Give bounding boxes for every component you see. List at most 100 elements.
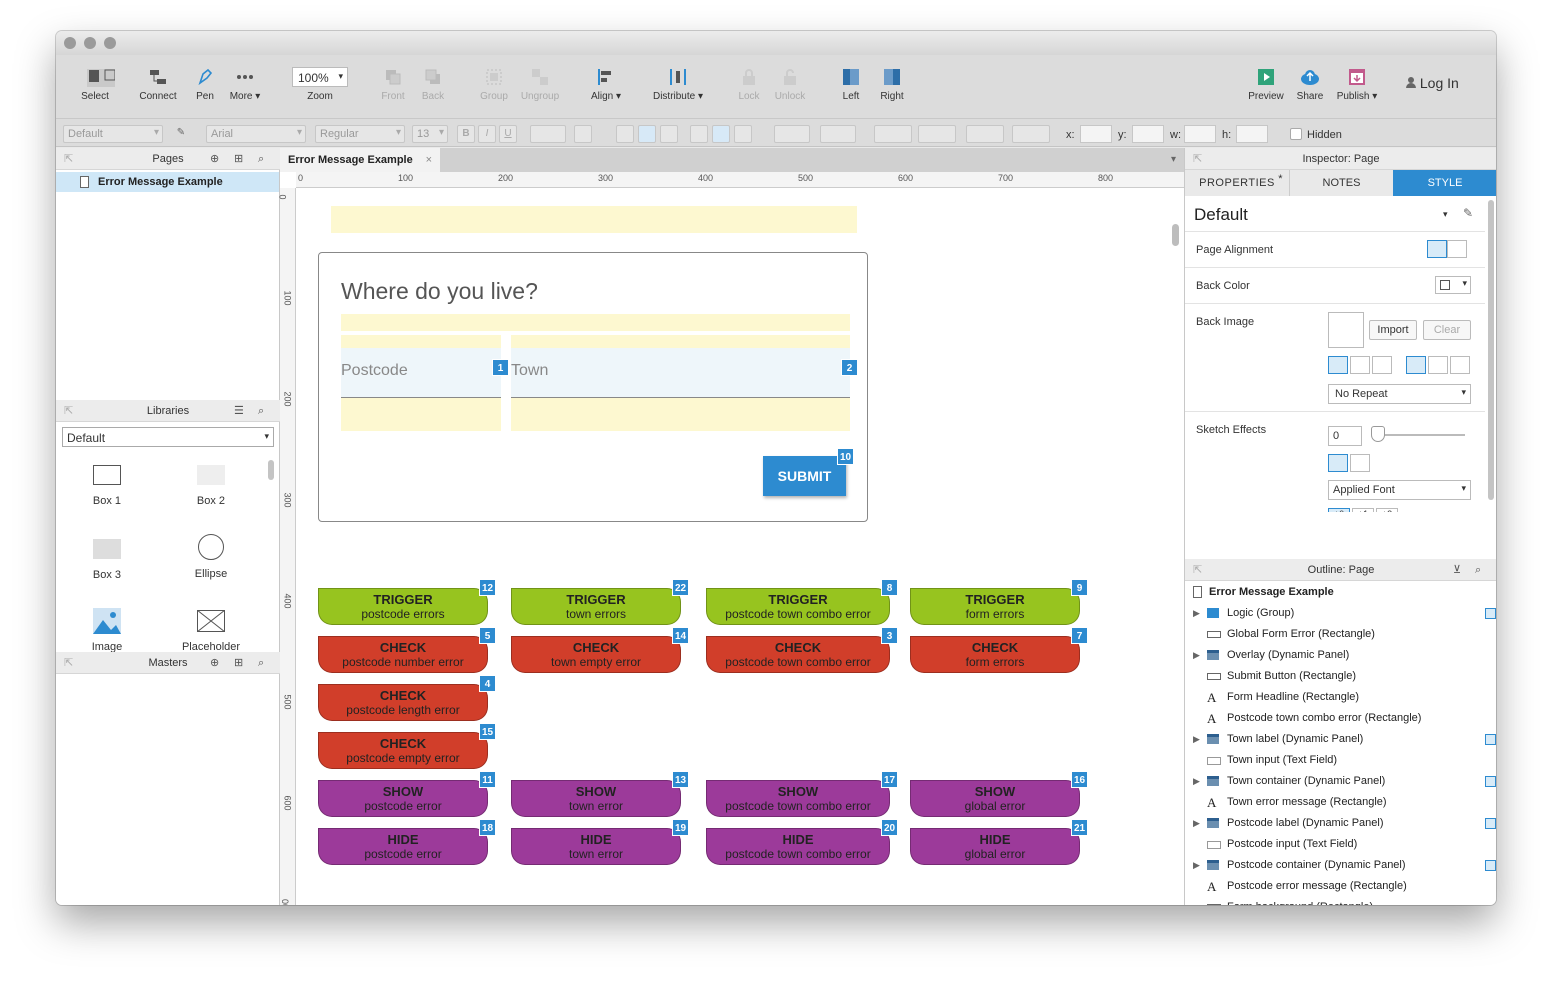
collapse-icon[interactable]: ⇱ [1193,148,1202,170]
badge-5[interactable]: 5 [479,627,496,644]
valign-bottom-button[interactable] [734,125,752,143]
badge-17[interactable]: 17 [881,771,898,788]
bold-button[interactable]: B [457,125,475,143]
connect-tool[interactable]: Connect [138,67,178,102]
share-button[interactable]: Share [1294,67,1326,102]
outline-item[interactable]: Form background (Rectangle) [1185,897,1496,905]
right-panel-toggle[interactable]: Right [878,67,906,102]
zoom-select[interactable]: 100% ▾ [292,67,348,87]
fill-color-button[interactable] [774,125,810,143]
w-input[interactable] [1184,125,1216,143]
font-color-button[interactable] [530,125,566,143]
arrow-style-button[interactable] [1012,125,1050,143]
outline-item[interactable]: ▶ Overlay (Dynamic Panel) [1185,645,1496,666]
clear-button[interactable]: Clear [1423,320,1471,340]
filter-icon[interactable]: ⊻ [1453,559,1461,581]
logic-button-check[interactable]: CHECK postcode number error [318,636,488,673]
grayscale-sketch-button[interactable] [1350,454,1370,472]
outline-item[interactable]: A Form Headline (Rectangle) [1185,687,1496,708]
color-sketch-button[interactable] [1328,454,1348,472]
font-step-1[interactable]: +1 [1352,508,1374,512]
expand-arrow-icon[interactable]: ▶ [1193,603,1200,624]
global-form-error[interactable] [331,206,857,233]
add-page-icon[interactable]: ⊕ [210,148,219,170]
outline-item[interactable]: Submit Button (Rectangle) [1185,666,1496,687]
logic-button-trigger[interactable]: TRIGGER postcode errors [318,588,488,625]
collapse-icon[interactable]: ⇱ [64,148,73,170]
badge-12[interactable]: 12 [479,579,496,596]
bullet-list-button[interactable] [574,125,592,143]
library-widget-box1[interactable]: Box 1 [78,460,136,510]
hidden-checkbox[interactable] [1290,128,1302,140]
lock-button[interactable]: Lock [736,67,762,102]
expand-arrow-icon[interactable]: ▶ [1193,855,1200,876]
logic-button-show[interactable]: SHOW town error [511,780,681,817]
badge-19[interactable]: 19 [672,819,689,836]
badge-21[interactable]: 21 [1071,819,1088,836]
font-step-0[interactable]: +0 [1328,508,1350,512]
expand-arrow-icon[interactable]: ▶ [1193,813,1200,834]
h-input[interactable] [1236,125,1268,143]
logic-button-hide[interactable]: HIDE town error [511,828,681,865]
chevron-down-icon[interactable]: ▾ [1443,209,1448,220]
search-icon[interactable]: ⌕ [258,148,264,170]
submit-button[interactable]: SUBMIT [763,456,846,496]
badge-8[interactable]: 8 [881,579,898,596]
badge-14[interactable]: 14 [672,627,689,644]
collapse-icon[interactable]: ⇱ [1193,559,1202,581]
valign-top-button[interactable] [690,125,708,143]
x-input[interactable] [1080,125,1112,143]
font-select[interactable]: Arial [206,125,306,143]
select-tool[interactable]: Select [68,67,122,102]
logic-button-check[interactable]: CHECK form errors [910,636,1080,673]
outline-item[interactable]: Error Message Example [1185,582,1496,603]
badge-20[interactable]: 20 [881,819,898,836]
distribute-menu[interactable]: Distribute ▾ [650,67,706,102]
applied-font-select[interactable]: Applied Font ▾ [1328,480,1471,500]
font-step-2[interactable]: +2 [1376,508,1398,512]
badge-18[interactable]: 18 [479,819,496,836]
image-align-center-button[interactable] [1350,356,1370,374]
outline-item[interactable]: ▶ Town label (Dynamic Panel) [1185,729,1496,750]
design-canvas[interactable]: Where do you live? Postcode 1 Town 2 SUB… [296,188,1184,905]
zoom-window-button[interactable] [104,37,116,49]
badge-9[interactable]: 9 [1071,579,1088,596]
outline-item[interactable]: ▶ Postcode container (Dynamic Panel) [1185,855,1496,876]
expand-arrow-icon[interactable]: ▶ [1193,729,1200,750]
send-back-button[interactable]: Back [418,67,448,102]
ungroup-button[interactable]: Ungroup [518,67,562,102]
left-panel-toggle[interactable]: Left [838,67,864,102]
image-valign-bottom-button[interactable] [1450,356,1470,374]
library-widget-placeholder[interactable]: Placeholder [176,608,246,652]
style-edit-icon[interactable]: ✎ [172,125,190,143]
sketch-slider-thumb[interactable] [1371,426,1385,442]
badge-1[interactable]: 1 [492,359,509,376]
align-center-button[interactable] [638,125,656,143]
image-valign-top-button[interactable] [1406,356,1426,374]
align-left-page-button[interactable] [1427,240,1447,258]
chevron-down-icon[interactable]: ▾ [1171,154,1176,165]
inspector-scrollbar[interactable] [1488,200,1494,500]
outline-item[interactable]: A Postcode town combo error (Rectangle) [1185,708,1496,729]
outline-item[interactable]: ▶ Logic (Group) [1185,603,1496,624]
close-window-button[interactable] [64,37,76,49]
town-label[interactable]: Town [511,348,850,398]
canvas-vertical-scrollbar[interactable] [1172,224,1179,246]
outline-item[interactable]: ▶ Town container (Dynamic Panel) [1185,771,1496,792]
expand-arrow-icon[interactable]: ▶ [1193,645,1200,666]
search-icon[interactable]: ⌕ [258,652,264,674]
underline-button[interactable]: U [499,125,517,143]
logic-button-hide[interactable]: HIDE postcode error [318,828,488,865]
align-center-page-button[interactable] [1447,240,1467,258]
more-menu[interactable]: More ▾ [228,67,262,102]
font-size-select[interactable]: 13 [412,125,448,143]
line-style-button[interactable] [966,125,1004,143]
bring-front-button[interactable]: Front [378,67,408,102]
import-button[interactable]: Import [1369,320,1417,340]
login-button[interactable]: Log In [1406,75,1476,91]
expand-arrow-icon[interactable]: ▶ [1193,771,1200,792]
shadow-button[interactable] [820,125,856,143]
add-master-icon[interactable]: ⊕ [210,652,219,674]
tab-properties[interactable]: PROPERTIES * [1185,170,1289,196]
pen-tool[interactable]: Pen [190,67,220,102]
